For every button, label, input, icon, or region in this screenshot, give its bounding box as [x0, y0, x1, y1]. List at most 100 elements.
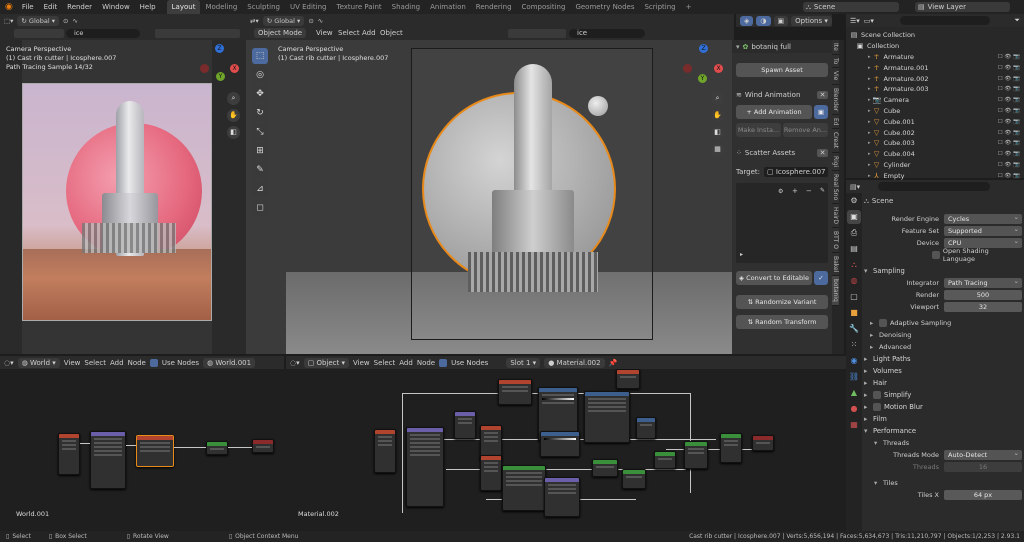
measure-tool-icon[interactable]: ⊿: [252, 181, 268, 197]
tab-texture-paint[interactable]: Texture Paint: [332, 3, 387, 11]
threads-mode-dropdown[interactable]: Auto-Detect: [944, 448, 1022, 460]
outliner-item[interactable]: ▸ ☥ Armature.001 ☐ 👁 📷: [846, 62, 1024, 73]
editor-type-icon[interactable]: ⬚▾: [4, 17, 13, 25]
transform-tool-icon[interactable]: ⊞: [252, 143, 268, 159]
side-tab-view[interactable]: Vie: [832, 68, 839, 85]
list-edit-icon[interactable]: ✎: [820, 187, 825, 194]
visibility-toggles[interactable]: ☐ 👁 📷: [998, 173, 1020, 179]
snap-main-icon[interactable]: ⊙: [308, 17, 313, 25]
material-node-shader-mix[interactable]: [654, 451, 676, 469]
material-editor-type-icon[interactable]: ◌▾: [290, 359, 300, 367]
scatter-close-icon[interactable]: ✕: [817, 149, 828, 157]
data-properties-icon[interactable]: ▲: [847, 386, 861, 400]
material-node-mix-2[interactable]: [592, 459, 618, 477]
material-node-colorramp-2[interactable]: [540, 431, 580, 457]
remove-animation-button[interactable]: Remove An...: [783, 123, 828, 137]
outliner-item[interactable]: ▸ ▽ Cube.002 ☐ 👁 📷: [846, 127, 1024, 138]
gizmo-y-axis[interactable]: Y: [216, 72, 225, 81]
world-node-environment[interactable]: [136, 435, 174, 467]
render-samples-field[interactable]: 500: [944, 290, 1022, 300]
material-node-final-mix[interactable]: [720, 433, 742, 463]
side-tab-haird[interactable]: HairD: [832, 204, 839, 228]
expand-arrow-icon[interactable]: ▸: [868, 130, 871, 136]
tab-geometry-nodes[interactable]: Geometry Nodes: [570, 3, 639, 11]
tab-shading[interactable]: Shading: [387, 3, 425, 11]
orientation-dropdown[interactable]: ↻ Global ▾: [17, 15, 60, 26]
add-cube-tool-icon[interactable]: ◻: [252, 200, 268, 216]
visibility-icons[interactable]: [14, 29, 64, 38]
tab-sculpting[interactable]: Sculpting: [242, 3, 285, 11]
expand-arrow-icon[interactable]: ▸: [868, 97, 871, 103]
light-paths-section[interactable]: ▸ Light Paths: [864, 353, 1022, 365]
world-type-dropdown[interactable]: ◍ World ▾: [17, 357, 60, 368]
world-node-background[interactable]: [206, 441, 228, 455]
menu-window[interactable]: Window: [102, 3, 130, 11]
visibility-toggles[interactable]: ☐ 👁 📷: [998, 65, 1020, 71]
properties-editor-icon[interactable]: ▤▾: [850, 183, 860, 191]
material-node-mix-1[interactable]: [584, 391, 630, 443]
expand-arrow-icon[interactable]: ▸: [868, 108, 871, 114]
outliner-item[interactable]: ▸ ☥ Armature.003 ☐ 👁 📷: [846, 84, 1024, 95]
denoising-row[interactable]: ▸ Denoising: [864, 329, 1022, 341]
side-tab-real-snow[interactable]: Real Sno: [832, 170, 839, 205]
select-box-tool-icon[interactable]: ⬚: [252, 48, 268, 64]
main-viewport[interactable]: Camera Perspective (1) Cast rib cutter |…: [246, 40, 734, 354]
world-properties-icon[interactable]: ◍: [847, 274, 861, 288]
expand-arrow-icon[interactable]: ▸: [868, 140, 871, 146]
film-section[interactable]: ▸ Film: [864, 413, 1022, 425]
adaptive-sampling-row[interactable]: ▸ Adaptive Sampling: [864, 317, 1022, 329]
visibility-toggles[interactable]: ☐ 👁 📷: [998, 162, 1020, 168]
material-properties-icon[interactable]: ●: [847, 402, 861, 416]
osl-checkbox[interactable]: [932, 251, 940, 259]
world-menu-add[interactable]: Add: [110, 359, 124, 367]
proportional-edit-icon[interactable]: ∿: [72, 17, 77, 25]
cursor-tool-icon[interactable]: ◎: [252, 67, 268, 83]
particles-properties-icon[interactable]: ⁙: [847, 338, 861, 352]
material-node-attribute[interactable]: [616, 369, 640, 389]
make-instance-button[interactable]: Make Insta...: [736, 123, 781, 137]
sampling-section[interactable]: ▾ Sampling: [864, 265, 1022, 277]
camera-view-icon[interactable]: ◧: [227, 126, 240, 139]
tab-rendering[interactable]: Rendering: [471, 3, 517, 11]
object-type-dropdown[interactable]: ▢ Object ▾: [303, 357, 350, 368]
tool-settings-icon[interactable]: ⚙: [847, 194, 861, 208]
tab-scripting[interactable]: Scripting: [639, 3, 680, 11]
outliner-filter-icon[interactable]: ⏷: [1014, 16, 1020, 25]
list-expand-icon[interactable]: ▸: [740, 251, 743, 258]
animation-settings-icon[interactable]: ▣: [814, 105, 828, 119]
expand-arrow-icon[interactable]: ▸: [868, 151, 871, 157]
main-navigation-gizmo[interactable]: Z X Y: [678, 44, 728, 90]
visibility-toggles[interactable]: ☐ 👁 📷: [998, 130, 1020, 136]
expand-arrow-icon[interactable]: ▸: [868, 162, 871, 168]
side-tab-item[interactable]: Ite: [832, 40, 839, 55]
search-input-main[interactable]: ice: [569, 29, 645, 38]
render-engine-dropdown[interactable]: Cycles: [944, 212, 1022, 224]
main-pan-icon[interactable]: ✋: [711, 109, 724, 122]
integrator-dropdown[interactable]: Path Tracing: [944, 276, 1022, 288]
world-node-mapping[interactable]: [90, 431, 126, 489]
move-tool-icon[interactable]: ✥: [252, 86, 268, 102]
xray-button[interactable]: ▣: [773, 15, 789, 26]
outliner-editor-icon[interactable]: ☰▾: [850, 17, 860, 25]
pan-hand-icon[interactable]: ✋: [227, 109, 240, 122]
outliner-item[interactable]: ▸ ▽ Cube.001 ☐ 👁 📷: [846, 116, 1024, 127]
list-add-icon[interactable]: +: [792, 187, 798, 195]
view-layer-properties-icon[interactable]: ▤: [847, 242, 861, 256]
visibility-toggles[interactable]: ☐ 👁 📷: [998, 86, 1020, 92]
material-node-noise[interactable]: [498, 379, 532, 405]
pin-icon[interactable]: 📌: [609, 359, 618, 367]
outliner-item[interactable]: ▸ ▽ Cube.003 ☐ 👁 📷: [846, 138, 1024, 149]
rotate-tool-icon[interactable]: ↻: [252, 105, 268, 121]
material-node-bump[interactable]: [544, 477, 580, 517]
performance-section[interactable]: ▾ Performance: [864, 425, 1022, 437]
transform-pivot-icon[interactable]: ⇄▾: [250, 17, 259, 25]
proportional-main-icon[interactable]: ∿: [318, 17, 323, 25]
list-remove-icon[interactable]: −: [806, 187, 812, 195]
tab-layout[interactable]: Layout: [166, 0, 201, 14]
modifier-properties-icon[interactable]: 🔧: [847, 322, 861, 336]
spawn-asset-button[interactable]: Spawn Asset: [736, 63, 828, 77]
material-datablock[interactable]: ● Material.002: [544, 357, 605, 368]
visibility-toggles[interactable]: ☐ 👁 📷: [998, 151, 1020, 157]
tab-animation[interactable]: Animation: [425, 3, 471, 11]
constraints-properties-icon[interactable]: ⛓: [847, 370, 861, 384]
